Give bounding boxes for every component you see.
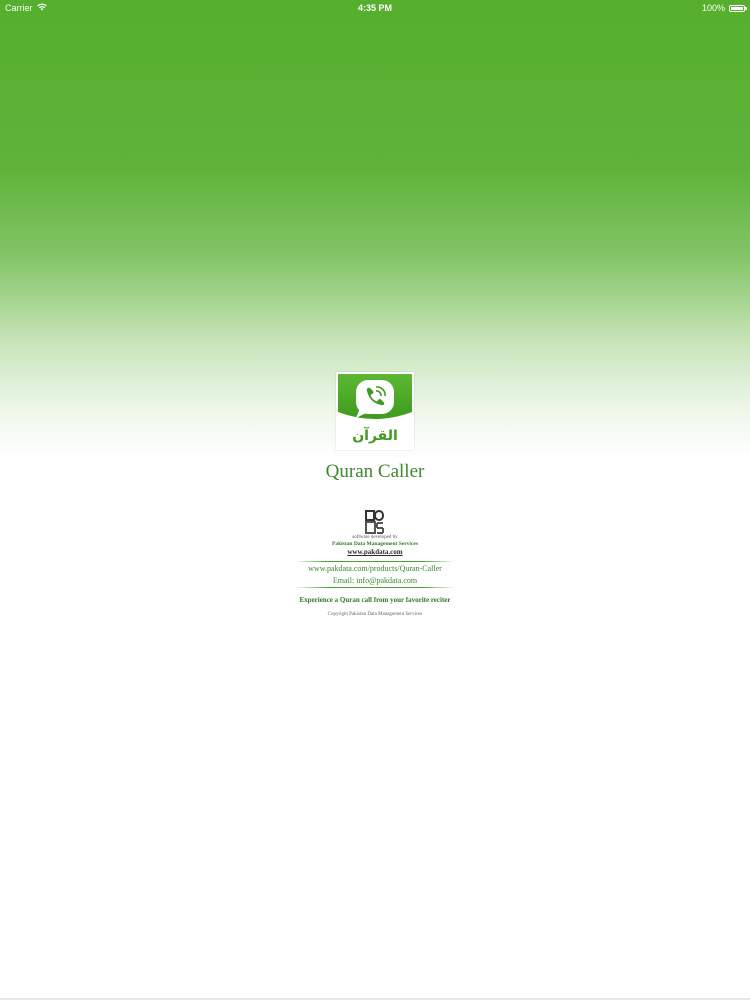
app-name: Quran Caller [325,461,425,482]
app-icon: القرآن [336,372,414,450]
product-url-link[interactable]: www.pakdata.com/products/Quran-Caller [0,563,750,575]
status-right: 100% [701,3,747,13]
icon-arabic-text: القرآن [352,426,398,444]
copyright: Copyright Pakistan Data Management Servi… [327,612,423,617]
phone-chat-bubble-icon: القرآن [338,374,412,448]
battery-percent: 100% [701,3,725,13]
divider [295,561,455,562]
status-time: 4:35 PM [357,3,392,13]
divider [295,587,455,588]
status-bar: Carrier 4:35 PM 100% [0,0,750,16]
email-label: Email: [332,576,355,585]
email-line: Email: info@pakdata.com [0,575,750,587]
developer-website-link[interactable]: www.pakdata.com [0,548,750,557]
developer-company: Pakistan Data Management Services [331,541,418,547]
email-link[interactable]: info@pakdata.com [356,576,417,585]
splash-screen: القرآن Quran Caller software developed b… [0,372,750,618]
tagline: Experience a Quran call from your favori… [299,596,451,604]
battery-icon [729,4,747,12]
pdms-logo-icon [364,509,386,535]
battery-fill [731,6,743,10]
